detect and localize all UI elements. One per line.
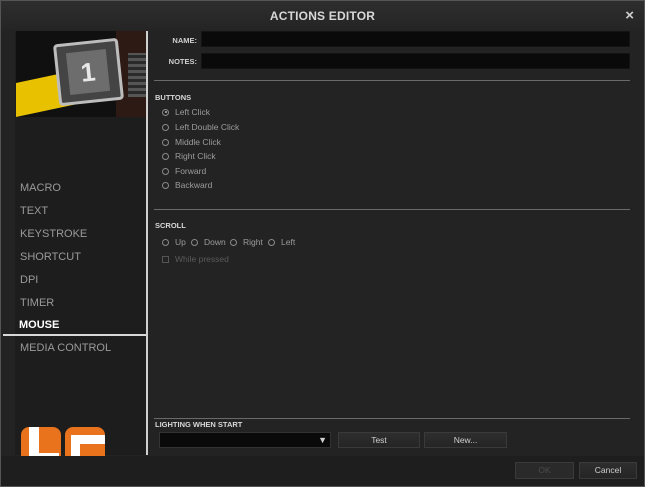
radio-scroll-up[interactable]: Up	[162, 237, 186, 247]
menu-item-timer[interactable]: TIMER	[20, 292, 160, 314]
radio-indicator	[268, 238, 275, 246]
radio-label: Left Double Click	[175, 122, 240, 132]
radio-indicator	[162, 167, 169, 175]
divider	[154, 418, 630, 419]
radio-left-click[interactable]: Left Click	[162, 107, 210, 117]
name-label: NAME:	[172, 36, 197, 45]
new-lighting-button[interactable]: New...	[424, 432, 507, 448]
radio-label: Right Click	[175, 151, 216, 161]
menu-item-text[interactable]: TEXT	[20, 200, 160, 222]
radio-scroll-right[interactable]: Right	[230, 237, 263, 247]
close-icon[interactable]: ×	[625, 7, 634, 24]
radio-indicator	[191, 238, 198, 246]
radio-indicator	[162, 108, 169, 116]
radio-label: Left Click	[175, 107, 210, 117]
radio-middle-click[interactable]: Middle Click	[162, 137, 221, 147]
menu-item-dpi[interactable]: DPI	[20, 269, 160, 291]
radio-backward[interactable]: Backward	[162, 180, 212, 190]
menu-item-shortcut[interactable]: SHORTCUT	[20, 246, 160, 268]
buttons-section-title: BUTTONS	[155, 93, 192, 102]
radio-indicator	[162, 238, 169, 246]
radio-indicator	[162, 181, 169, 189]
title-bar: ACTIONS EDITOR ×	[1, 1, 644, 31]
lighting-section-title: LIGHTING WHEN START	[155, 420, 243, 429]
radio-label: Right	[243, 237, 263, 247]
radio-label: Forward	[175, 166, 207, 176]
ok-button[interactable]: OK	[515, 462, 574, 479]
while-pressed-checkbox[interactable]: While pressed	[162, 254, 229, 264]
radio-label: Middle Click	[175, 137, 221, 147]
test-button[interactable]: Test	[338, 432, 420, 448]
menu-item-media-control[interactable]: MEDIA CONTROL	[20, 337, 160, 359]
divider	[154, 209, 630, 210]
menu-item-keystroke[interactable]: KEYSTROKE	[20, 223, 160, 245]
lighting-select[interactable]: ▼	[159, 432, 331, 448]
radio-right-click[interactable]: Right Click	[162, 151, 216, 161]
radio-forward[interactable]: Forward	[162, 166, 206, 176]
radio-scroll-down[interactable]: Down	[191, 237, 226, 247]
radio-indicator	[162, 138, 169, 146]
notes-input[interactable]	[201, 53, 630, 69]
radio-label: Backward	[175, 180, 213, 190]
scroll-section-title: SCROLL	[155, 221, 186, 230]
radio-indicator	[162, 152, 169, 160]
radio-scroll-left[interactable]: Left	[268, 237, 295, 247]
chevron-down-icon: ▼	[318, 435, 327, 445]
divider	[154, 80, 630, 81]
radio-label: Left	[281, 237, 296, 247]
menu-item-mouse[interactable]: MOUSE	[3, 314, 146, 336]
menu-item-macro[interactable]: MACRO	[20, 177, 160, 199]
radio-indicator	[230, 238, 237, 246]
panel-divider	[146, 31, 148, 455]
checkbox-box	[162, 255, 169, 263]
preview-key-label: 1	[65, 49, 111, 95]
radio-label: Down	[204, 237, 226, 247]
window-title: ACTIONS EDITOR	[269, 9, 376, 23]
name-input[interactable]	[201, 31, 630, 47]
mouse-button-preview: 1	[16, 31, 146, 117]
notes-label: NOTES:	[168, 57, 197, 66]
checkbox-label: While pressed	[175, 254, 229, 264]
radio-left-double-click[interactable]: Left Double Click	[162, 122, 239, 132]
actions-editor-window: ACTIONS EDITOR × 1 MACRO TEXT KEYSTROKE …	[0, 0, 645, 487]
cancel-button[interactable]: Cancel	[579, 462, 637, 479]
radio-label: Up	[175, 237, 186, 247]
radio-indicator	[162, 123, 169, 131]
preview-grip	[128, 53, 146, 97]
